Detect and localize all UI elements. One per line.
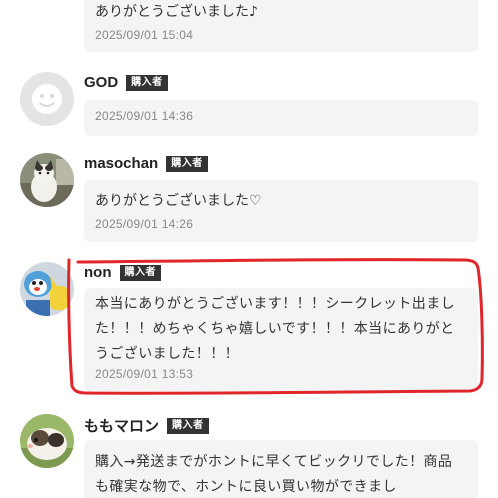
comment-header: non 購入者 [84,264,161,281]
buyer-badge: 購入者 [166,155,208,172]
username[interactable]: masochan [84,155,158,172]
comment-date: 2025/09/01 14:36 [95,109,194,123]
toy-photo-icon [20,262,74,316]
avatar[interactable] [20,414,74,468]
username[interactable]: GOD [84,74,118,91]
comment-bubble: 本当にありがとうございます！！！シークレット出ました！！！めちゃくちゃ嬉しいです… [84,288,478,391]
comment-date: 2025/09/01 13:53 [95,367,194,381]
buyer-badge: 購入者 [167,417,209,434]
comment-date: 2025/09/01 14:26 [95,217,194,231]
cat-photo-icon [20,153,74,207]
comment-bubble: ありがとうございました♪ 2025/09/01 15:04 [84,0,478,52]
avatar[interactable] [20,262,74,316]
buyer-badge: 購入者 [126,74,168,91]
buyer-badge: 購入者 [119,264,161,281]
comment-text: 本当にありがとうございます！！！シークレット出ました！！！めちゃくちゃ嬉しいです… [95,296,455,362]
comment-date: 2025/09/01 15:04 [95,28,194,42]
comment-bubble: 2025/09/01 14:36 [84,100,478,136]
comment-bubble: 購入→発送までがホントに早くてビックリでした！商品も確実な物で、ホントに良い買い… [84,440,478,498]
comment-text: ありがとうございました♡ [95,193,262,209]
comment-text: 購入→発送までがホントに早くてビックリでした！商品も確実な物で、ホントに良い買い… [95,454,453,495]
guinea-pig-photo-icon [20,414,74,468]
comment-header: masochan 購入者 [84,155,208,172]
avatar[interactable] [20,72,74,126]
comment-header: ももマロン 購入者 [84,415,209,436]
username[interactable]: ももマロン [84,415,159,436]
comment-header: GOD 購入者 [84,74,168,91]
username[interactable]: non [84,264,112,281]
avatar[interactable] [20,153,74,207]
comment-text: ありがとうございました♪ [95,4,258,20]
default-user-icon [20,72,74,126]
comment-bubble: ありがとうございました♡ 2025/09/01 14:26 [84,180,478,242]
